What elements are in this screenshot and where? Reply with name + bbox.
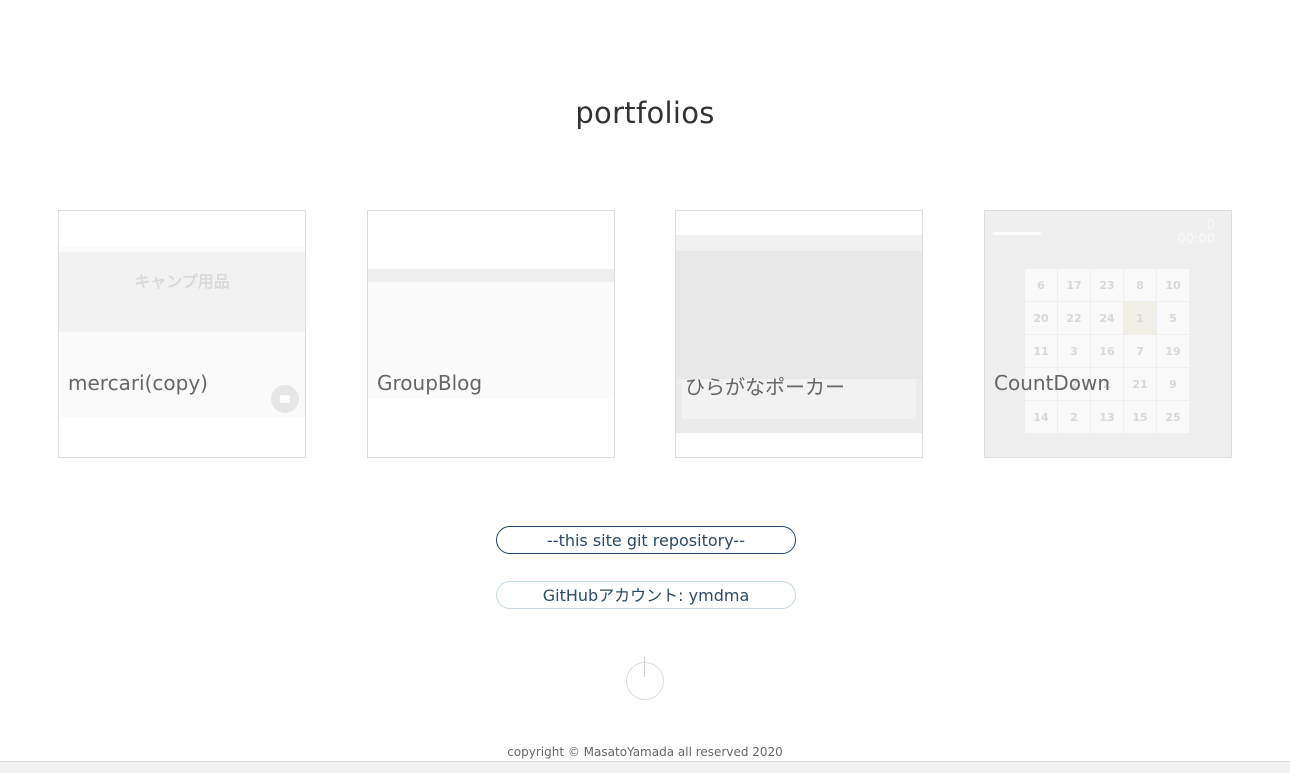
portfolio-card-hiragana-poker[interactable]: ひらがなポーカー bbox=[675, 210, 923, 458]
thumbnail-banner-text: キャンプ用品 bbox=[134, 272, 230, 291]
progress-bar bbox=[993, 232, 1041, 235]
card-title: GroupBlog bbox=[377, 371, 483, 395]
grid-cell: 15 bbox=[1124, 401, 1156, 433]
thumbnail-board bbox=[676, 251, 922, 379]
grid-cell: 13 bbox=[1091, 401, 1123, 433]
portfolio-card-countdown[interactable]: 0 00:00 6 17 23 8 10 20 22 24 1 5 11 3 16 7 19 2 2 21 9 14 2… bbox=[984, 210, 1232, 458]
grid-cell: 3 bbox=[1058, 335, 1090, 367]
grid-cell: 6 bbox=[1025, 269, 1057, 301]
card-thumbnail bbox=[676, 235, 922, 433]
site-repository-link[interactable]: --this site git repository-- bbox=[496, 526, 796, 554]
grid-cell: 23 bbox=[1091, 269, 1123, 301]
page-title: portfolios bbox=[575, 96, 715, 130]
count-value: 0 bbox=[1206, 218, 1215, 233]
grid-cell: 25 bbox=[1157, 401, 1189, 433]
grid-cell: 14 bbox=[1025, 401, 1057, 433]
grid-cell: 9 bbox=[1157, 368, 1189, 400]
timer-value: 00:00 bbox=[1177, 232, 1215, 247]
number-grid: 6 17 23 8 10 20 22 24 1 5 11 3 16 7 19 2 2 21 9 14 2 13 15 25 bbox=[1025, 269, 1189, 433]
countdown-counter: 0 00:00 bbox=[1178, 219, 1215, 247]
copyright-footer: copyright © MasatoYamada all reserved 20… bbox=[507, 745, 783, 759]
thumbnail-header-bar bbox=[368, 269, 614, 282]
grid-cell: 17 bbox=[1058, 269, 1090, 301]
bottom-bar bbox=[0, 761, 1290, 773]
grid-cell: 22 bbox=[1058, 302, 1090, 334]
card-title: CountDown bbox=[994, 371, 1111, 395]
grid-cell: 5 bbox=[1157, 302, 1189, 334]
grid-cell: 2 bbox=[1058, 401, 1090, 433]
grid-cell: 21 bbox=[1124, 368, 1156, 400]
portfolio-card-mercari[interactable]: キャンプ用品 mercari(copy) bbox=[58, 210, 306, 458]
grid-cell: 24 bbox=[1091, 302, 1123, 334]
scroll-top-icon[interactable] bbox=[626, 657, 664, 700]
thumbnail-topbar bbox=[676, 235, 922, 251]
card-title: mercari(copy) bbox=[68, 371, 208, 395]
github-account-link[interactable]: GitHubアカウント: ymdma bbox=[496, 581, 796, 609]
grid-cell: 7 bbox=[1124, 335, 1156, 367]
grid-cell: 11 bbox=[1025, 335, 1057, 367]
grid-cell: 19 bbox=[1157, 335, 1189, 367]
portfolio-card-groupblog[interactable]: GroupBlog bbox=[367, 210, 615, 458]
grid-cell: 20 bbox=[1025, 302, 1057, 334]
grid-cell: 10 bbox=[1157, 269, 1189, 301]
thumbnail-banner: キャンプ用品 bbox=[59, 252, 305, 332]
grid-cell: 1 bbox=[1124, 302, 1156, 334]
grid-cell: 16 bbox=[1091, 335, 1123, 367]
camera-icon bbox=[271, 385, 299, 413]
grid-cell: 8 bbox=[1124, 269, 1156, 301]
card-title: ひらがなポーカー bbox=[685, 375, 845, 399]
